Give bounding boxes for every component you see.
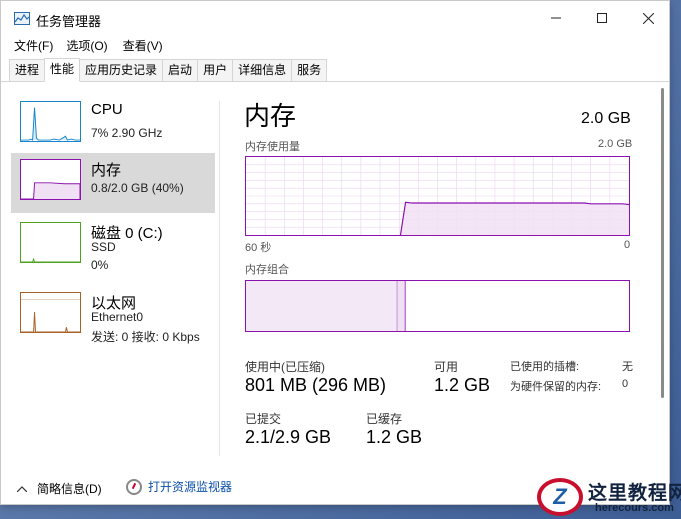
available-value: 1.2 GB (434, 375, 491, 395)
resource-item-memory[interactable]: 内存 0.8/2.0 GB (40%) (11, 153, 215, 213)
task-manager-window: 任务管理器 文件(F) 选项(O) 查看(V) 进程 性能 应用历史记录 启动 … (0, 0, 670, 505)
detail-scrollbar[interactable] (658, 86, 666, 461)
cpu-thumbnail-graph (20, 101, 81, 142)
resource-item-disk[interactable]: 磁盘 0 (C:) SSD 0% (11, 216, 215, 276)
memory-label: 内存 (91, 162, 122, 179)
menu-view[interactable]: 查看(V) (123, 37, 163, 54)
watermark-logo: Z (537, 478, 583, 516)
hardware-reserved-label: 为硬件保留的内存: (510, 381, 602, 393)
committed-value: 2.1/2.9 GB (245, 427, 332, 447)
ethernet-adapter-text: Ethernet0 (91, 310, 144, 324)
disk-thumbnail-graph (20, 222, 81, 263)
ethernet-throughput-text: 发送: 0 接收: 0 Kbps (91, 330, 200, 344)
memory-composition-bar (245, 280, 630, 332)
memory-usage-max: 2.0 GB (598, 138, 633, 150)
memory-usage-label: 内存使用量 (245, 141, 300, 153)
disk-usage-text: 0% (91, 258, 109, 272)
open-resource-monitor-label: 打开资源监视器 (148, 480, 233, 494)
close-button[interactable] (625, 1, 669, 35)
minimize-button[interactable] (533, 1, 579, 35)
hardware-reserved-value: 0 (622, 378, 629, 390)
slots-used-value: 无 (622, 361, 633, 373)
available-label: 可用 (434, 360, 459, 374)
panel-divider (219, 101, 220, 456)
resource-item-cpu[interactable]: CPU 7% 2.90 GHz (11, 95, 215, 155)
slots-used-label: 已使用的插槽: (510, 361, 580, 373)
maximize-button[interactable] (579, 1, 625, 35)
committed-label: 已提交 (245, 412, 282, 426)
tab-performance[interactable]: 性能 (44, 58, 81, 82)
graph-time-left: 60 秒 (245, 242, 272, 254)
in-use-label: 使用中(已压缩) (245, 360, 325, 374)
open-resource-monitor-link[interactable]: 打开资源监视器 (126, 478, 232, 495)
tab-users[interactable]: 用户 (197, 59, 234, 81)
site-watermark: Z 这里教程网 herecours.com (535, 472, 681, 519)
tab-app-history[interactable]: 应用历史记录 (79, 59, 164, 81)
watermark-site-name: 这里教程网 (588, 483, 681, 504)
close-icon (642, 12, 654, 24)
disk-type-text: SSD (91, 240, 116, 254)
menu-file[interactable]: 文件(F) (14, 37, 53, 54)
resource-list: CPU 7% 2.90 GHz 内存 0.8/2.0 GB (40%) 磁盘 0… (1, 83, 221, 463)
menu-options[interactable]: 选项(O) (66, 37, 107, 54)
cpu-usage-text: 7% 2.90 GHz (91, 126, 163, 140)
tab-services[interactable]: 服务 (291, 59, 328, 81)
memory-composition-label: 内存组合 (245, 264, 289, 276)
maximize-icon (597, 13, 607, 23)
cached-label: 已缓存 (366, 412, 403, 426)
tab-processes[interactable]: 进程 (9, 59, 46, 81)
fewer-details-button[interactable]: 简略信息(D) (17, 480, 102, 497)
memory-thumbnail-graph (20, 159, 81, 200)
tab-details[interactable]: 详细信息 (232, 59, 293, 81)
task-manager-app-icon (14, 12, 30, 25)
memory-usage-graph (245, 156, 630, 236)
in-use-value: 801 MB (296 MB) (245, 375, 387, 395)
resource-item-ethernet[interactable]: 以太网 Ethernet0 发送: 0 接收: 0 Kbps (11, 286, 215, 346)
fewer-details-label: 简略信息(D) (37, 482, 102, 496)
ethernet-thumbnail-graph (20, 292, 81, 333)
memory-usage-text: 0.8/2.0 GB (40%) (91, 181, 184, 195)
cpu-label: CPU (91, 101, 123, 118)
chevron-up-icon (17, 485, 27, 492)
minimize-icon (551, 17, 561, 19)
watermark-site-url: herecours.com (595, 502, 674, 514)
window-title: 任务管理器 (36, 14, 102, 29)
cached-value: 1.2 GB (366, 427, 423, 447)
menu-bar: 文件(F) 选项(O) 查看(V) (1, 35, 669, 55)
scrollbar-thumb[interactable] (661, 88, 664, 398)
tab-startup[interactable]: 启动 (162, 59, 199, 81)
resource-monitor-icon (126, 478, 142, 495)
graph-time-right: 0 (624, 239, 631, 251)
tab-bar: 进程 性能 应用历史记录 启动 用户 详细信息 服务 (1, 58, 669, 82)
detail-total-memory: 2.0 GB (581, 110, 631, 127)
title-bar: 任务管理器 (1, 1, 669, 35)
detail-title: 内存 (244, 101, 297, 131)
memory-usage-area (400, 202, 629, 235)
